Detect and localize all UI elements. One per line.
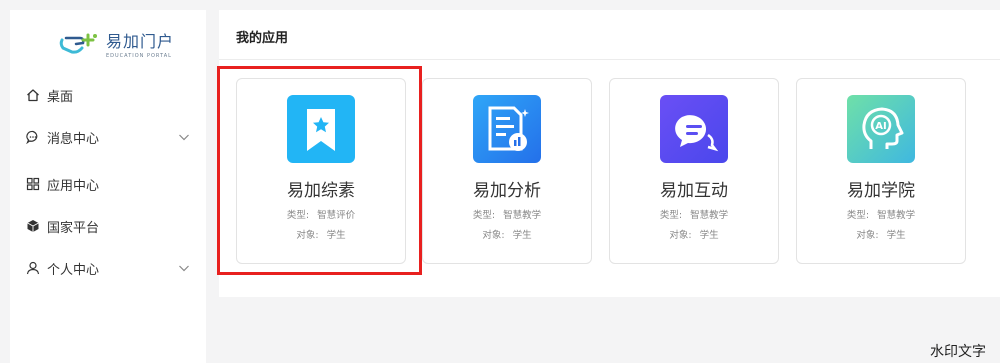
app-name: 易加分析 [473,181,541,201]
app-target: 对象: 学生 [669,230,719,241]
app-card-analysis[interactable]: 易加分析 类型: 智慧教学 对象: 学生 [422,78,592,264]
divider [219,59,1000,60]
sidebar-item-national-platform[interactable]: 国家平台 [10,212,206,240]
app-target: 对象: 学生 [296,230,346,241]
svg-text:AI: AI [875,121,886,132]
app-type: 类型: 智慧评价 [286,210,356,221]
app-type: 类型: 智慧教学 [472,210,542,221]
app-name: 易加互动 [660,181,728,201]
user-icon [26,261,40,275]
my-apps-panel: 我的应用 易加综素 类型: 智慧评价 对象: 学生 易加分析 类型: 智慧教学 … [219,10,1000,297]
app-target: 对象: 学生 [482,230,532,241]
app-card-comprehensive-quality[interactable]: 易加综素 类型: 智慧评价 对象: 学生 [236,78,406,264]
app-target: 对象: 学生 [856,230,906,241]
sidebar-item-personal-center[interactable]: 个人中心 [10,254,206,282]
chat-bubble-icon [26,130,38,144]
sidebar-item-messages[interactable]: 消息中心 [10,123,206,151]
watermark-text: 水印文字 [930,344,986,360]
sidebar-item-label: 应用中心 [47,178,100,194]
education-portal-logo-icon [59,33,97,54]
logo-title: 易加门户 [106,32,175,51]
logo[interactable]: 易加门户 EDUCATION PORTAL [58,32,174,68]
chevron-down-icon [179,134,189,141]
app-name: 易加学院 [847,181,915,201]
sidebar-item-label: 桌面 [47,89,74,105]
app-card-academy[interactable]: AI 易加学院 类型: 智慧教学 对象: 学生 [796,78,966,264]
ai-head-icon: AI [847,95,915,163]
chevron-down-icon [179,265,189,272]
sidebar-item-app-center[interactable]: 应用中心 [10,170,206,198]
bookmark-star-icon [287,95,355,163]
document-chart-icon [473,95,541,163]
app-type: 类型: 智慧教学 [659,210,729,221]
sidebar-item-label: 个人中心 [47,262,100,278]
grid-icon [26,177,40,191]
chat-bubbles-icon [660,95,728,163]
sidebar-item-label: 消息中心 [47,131,100,147]
app-name: 易加综素 [287,181,355,201]
sidebar-item-desktop[interactable]: 桌面 [10,81,206,109]
logo-subtitle: EDUCATION PORTAL [106,53,172,59]
cube-icon [27,220,39,232]
home-icon [27,89,39,102]
sidebar: 易加门户 EDUCATION PORTAL 桌面 消息中心 应用中心 国家平台 … [10,10,206,363]
section-title: 我的应用 [236,31,289,46]
sidebar-item-label: 国家平台 [47,220,100,236]
app-card-interaction[interactable]: 易加互动 类型: 智慧教学 对象: 学生 [609,78,779,264]
app-type: 类型: 智慧教学 [846,210,916,221]
